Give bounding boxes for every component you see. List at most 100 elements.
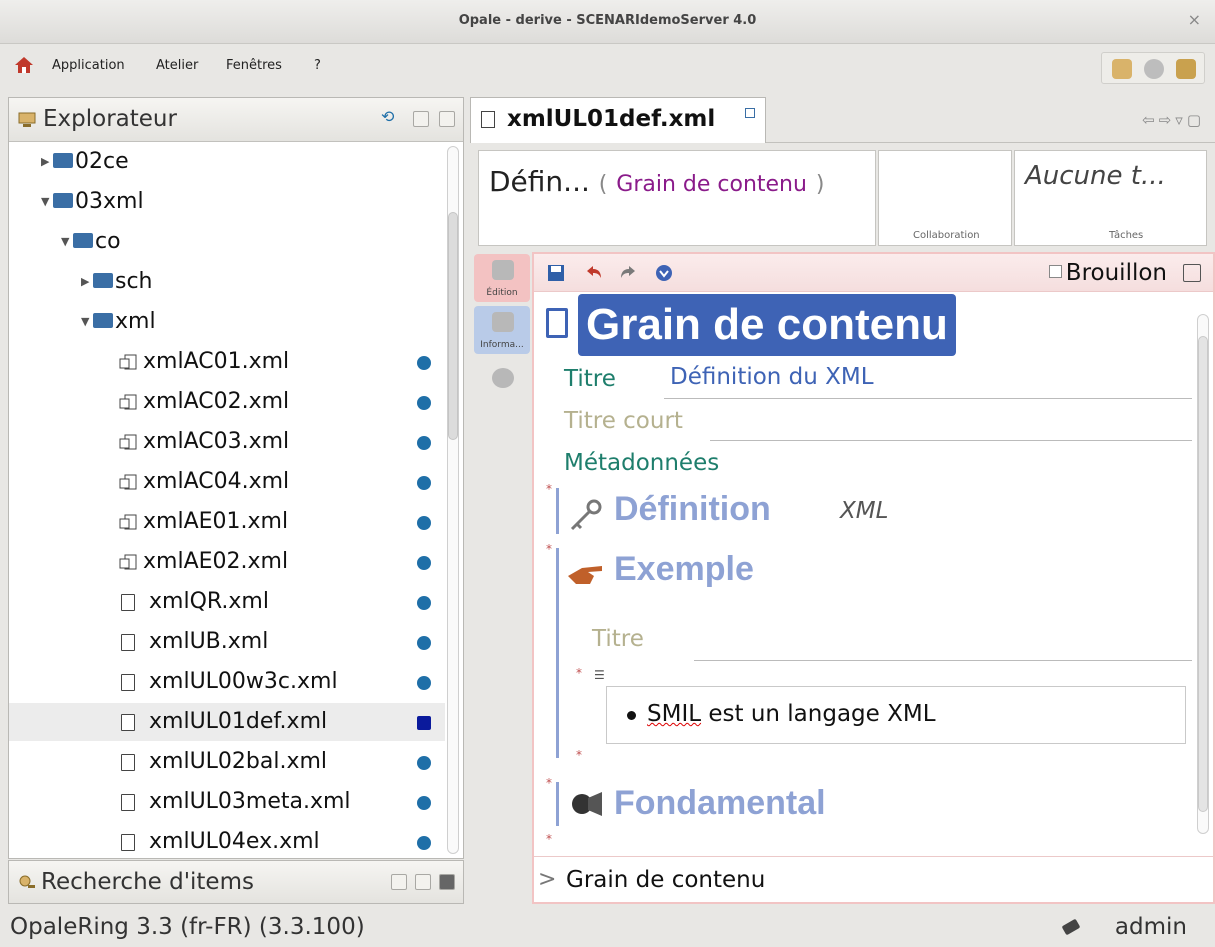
menu-help[interactable]: ? (314, 58, 321, 73)
navigation-icons[interactable]: ⇦⇨▿▢ (1142, 111, 1205, 129)
titre-input[interactable]: Définition du XML (670, 364, 874, 390)
tree-item-label: xmlAC03.xml (143, 429, 290, 454)
menu-fenetres[interactable]: Fenêtres (226, 58, 282, 73)
tree-item[interactable]: xmlAE02.xml (9, 543, 445, 581)
item-status-icon[interactable] (417, 836, 431, 850)
minimize-icon[interactable] (413, 111, 429, 127)
definition-term[interactable]: XML (840, 498, 888, 524)
folder-icon (73, 233, 93, 248)
item-status-icon[interactable] (417, 516, 431, 530)
tree-item-label: xmlAC04.xml (143, 469, 290, 494)
tab-xmlul01def[interactable]: xmlUL01def.xml (470, 97, 766, 143)
menu-application[interactable]: Application (52, 58, 125, 73)
tree-item[interactable]: xmlUL03meta.xml (9, 783, 445, 821)
tree-item[interactable]: xmlUB.xml (9, 623, 445, 661)
file-icon (121, 674, 135, 691)
item-status-icon[interactable] (417, 396, 431, 410)
explorer-scrollbar[interactable] (445, 146, 461, 854)
file-icon (121, 794, 135, 811)
close-icon[interactable]: × (1188, 10, 1201, 29)
edit-scrollbar[interactable] (1195, 296, 1211, 852)
expand-icon[interactable]: ▶ (41, 155, 49, 168)
collaboration-box[interactable]: Collaboration (878, 150, 1012, 246)
tasks-box[interactable]: Aucune t... Tâches (1014, 150, 1207, 246)
expand-icon[interactable]: ▶ (81, 275, 89, 288)
tree-item[interactable]: ▼ xml (9, 303, 445, 341)
tab-settings[interactable] (474, 364, 530, 396)
tree-item-label: 02ce (75, 149, 129, 174)
exemple-titre-input[interactable] (694, 660, 1192, 661)
titre-label: Titre (564, 366, 616, 392)
item-status-icon[interactable] (417, 636, 431, 650)
user-admin-icon[interactable] (1112, 59, 1132, 79)
menu-atelier[interactable]: Atelier (156, 58, 198, 73)
tree-item[interactable]: xmlQR.xml (9, 583, 445, 621)
item-status-icon[interactable] (417, 556, 431, 570)
refresh-icon[interactable]: ⟲ (381, 107, 397, 126)
close-panel-icon[interactable] (439, 874, 455, 890)
tree-item[interactable]: ▶ 02ce (9, 143, 445, 181)
tree-item[interactable]: xmlAE01.xml (9, 503, 445, 541)
item-model[interactable]: Grain de contenu (616, 172, 807, 197)
tree-item[interactable]: ▶ sch (9, 263, 445, 301)
minimize-icon[interactable] (415, 874, 431, 890)
misspelled-word[interactable]: SMIL (647, 701, 701, 727)
item-status-icon[interactable] (417, 476, 431, 490)
exemple-content-box[interactable]: SMIL est un langage XML (606, 686, 1186, 744)
tree-item[interactable]: xmlAC03.xml (9, 423, 445, 461)
tree-item[interactable]: ▼ 03xml (9, 183, 445, 221)
undo-icon[interactable] (584, 263, 604, 283)
tree-item[interactable]: ▼ co (9, 223, 445, 261)
search-panel-header[interactable]: Recherche d'items (8, 860, 464, 904)
toolbar-right (1101, 52, 1205, 84)
collapse-icon[interactable]: ▼ (41, 195, 49, 208)
gear-icon[interactable] (1144, 59, 1164, 79)
list-icon[interactable]: ☰ (594, 668, 605, 682)
item-status-icon[interactable] (417, 716, 431, 730)
item-status-icon[interactable] (417, 596, 431, 610)
tab-information[interactable]: Informa... (474, 306, 530, 354)
exemple-section-title[interactable]: Exemple (614, 550, 754, 589)
item-status-icon[interactable] (417, 356, 431, 370)
restore-icon[interactable] (391, 874, 407, 890)
home-icon[interactable] (14, 56, 34, 74)
file-icon (121, 834, 135, 851)
scrollbar-thumb[interactable] (1198, 336, 1208, 812)
bullet-text[interactable]: est un langage XML (701, 701, 935, 727)
user-label[interactable]: admin (1115, 914, 1187, 940)
item-status-icon[interactable] (417, 436, 431, 450)
tree-item[interactable]: xmlAC01.xml (9, 343, 445, 381)
item-status-icon[interactable] (417, 756, 431, 770)
breadcrumb-item[interactable]: Grain de contenu (566, 867, 765, 893)
tree-item[interactable]: xmlAC04.xml (9, 463, 445, 501)
item-status-icon[interactable] (417, 676, 431, 690)
tab-edition[interactable]: Édition (474, 254, 530, 302)
fondamental-section-title[interactable]: Fondamental (614, 784, 826, 823)
item-status-icon[interactable] (417, 796, 431, 810)
tree-item-label: xmlAC01.xml (143, 349, 290, 374)
multi-file-icon (119, 474, 141, 492)
save-icon[interactable] (546, 263, 566, 283)
export-icon[interactable] (1176, 59, 1196, 79)
brouillon-checkbox[interactable] (1048, 265, 1062, 278)
definition-section-title[interactable]: Définition (614, 490, 771, 529)
tree-item[interactable]: xmlUL01def.xml (9, 703, 445, 741)
grain-title[interactable]: Grain de contenu (578, 294, 956, 356)
scrollbar-thumb[interactable] (448, 212, 458, 440)
tree-item[interactable]: xmlUL00w3c.xml (9, 663, 445, 701)
folder-icon (93, 313, 113, 328)
tree-item[interactable]: xmlUL04ex.xml (9, 823, 445, 858)
maximize-icon[interactable] (439, 111, 455, 127)
maximize-icon[interactable] (1183, 264, 1201, 282)
tree-item[interactable]: xmlAC02.xml (9, 383, 445, 421)
titre-court-input[interactable] (710, 440, 1192, 441)
redo-icon[interactable] (618, 263, 638, 283)
more-icon[interactable] (654, 263, 674, 283)
tree-item[interactable]: xmlUL02bal.xml (9, 743, 445, 781)
metadonnees-link[interactable]: Métadonnées (564, 450, 719, 476)
collapse-icon[interactable]: ▼ (81, 315, 89, 328)
brouillon-toggle[interactable]: Brouillon (1048, 260, 1167, 286)
tab-maximize-icon[interactable] (745, 108, 755, 118)
exemple-titre-label: Titre (592, 626, 644, 652)
collapse-icon[interactable]: ▼ (61, 235, 69, 248)
